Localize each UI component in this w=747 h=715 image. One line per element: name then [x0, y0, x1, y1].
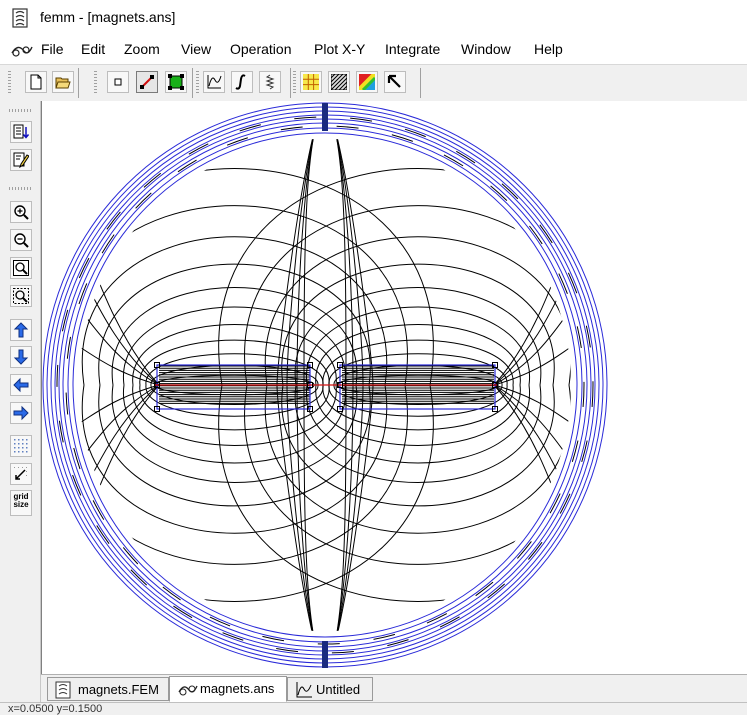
- flux-line: [132, 324, 337, 386]
- toolbar-grip[interactable]: [94, 71, 97, 93]
- snap-grid-icon[interactable]: [10, 463, 32, 485]
- boundary-tick-top: [322, 103, 328, 131]
- flux-line: [132, 384, 337, 446]
- grid-size-label: grid size: [13, 492, 29, 509]
- tab-untitled[interactable]: Untitled: [287, 677, 373, 701]
- tab-label: Untitled: [316, 682, 361, 697]
- flux-line: [324, 384, 347, 631]
- new-file-icon[interactable]: [25, 71, 47, 93]
- femm-ans-icon: [178, 685, 198, 696]
- pointer-icon[interactable]: [384, 71, 406, 93]
- flux-line: [276, 384, 326, 631]
- tab-label: magnets.ans: [200, 681, 275, 696]
- flux-line: [303, 384, 326, 631]
- menu-view[interactable]: View: [181, 41, 211, 57]
- flux-line: [79, 384, 434, 602]
- point-mode-icon[interactable]: [107, 71, 129, 93]
- left-toolbar: grid size: [0, 101, 41, 714]
- toolbar-grip[interactable]: [8, 71, 11, 93]
- flux-line: [79, 168, 434, 386]
- menu-file[interactable]: File: [41, 41, 64, 57]
- flux-line: [493, 245, 571, 386]
- flux-line: [493, 384, 571, 525]
- menu-integrate[interactable]: Integrate: [385, 41, 440, 57]
- menu-plot-xy[interactable]: Plot X-Y: [314, 41, 365, 57]
- show-grid-icon[interactable]: [10, 435, 32, 457]
- window-title: femm - [magnets.ans]: [40, 9, 176, 25]
- pan-up-icon[interactable]: [10, 319, 32, 341]
- flux-line: [324, 139, 364, 386]
- zoom-out-icon[interactable]: [10, 229, 32, 251]
- main-toolbar: [0, 64, 747, 102]
- toolbar-grip[interactable]: [9, 109, 31, 112]
- show-results-icon[interactable]: [10, 121, 32, 143]
- spring-icon[interactable]: [259, 71, 281, 93]
- status-text: x=0.0500 y=0.1500: [8, 703, 103, 715]
- flux-line: [324, 139, 347, 386]
- edit-notes-icon[interactable]: [10, 149, 32, 171]
- tab-label: magnets.FEM: [78, 682, 159, 697]
- flux-line: [493, 199, 571, 386]
- femm-app-icon: [12, 8, 28, 28]
- flux-line: [303, 139, 326, 386]
- menu-window[interactable]: Window: [461, 41, 511, 57]
- menu-bar: File Edit Zoom View Operation Plot X-Y I…: [0, 38, 747, 62]
- status-bar: x=0.0500 y=0.1500: [0, 702, 747, 715]
- plot-icon: [296, 682, 312, 698]
- menu-help[interactable]: Help: [534, 41, 563, 57]
- tab-magnets-fem[interactable]: magnets.FEM: [47, 677, 169, 701]
- plot-xy-icon[interactable]: [203, 71, 225, 93]
- integrate-icon[interactable]: [231, 71, 253, 93]
- block-mode-icon[interactable]: [165, 71, 187, 93]
- zoom-window-icon[interactable]: [10, 285, 32, 307]
- open-folder-icon[interactable]: [52, 71, 74, 93]
- pan-right-icon[interactable]: [10, 402, 32, 424]
- flux-line: [79, 384, 160, 525]
- grid-size-icon[interactable]: grid size: [10, 490, 32, 516]
- pan-down-icon[interactable]: [10, 346, 32, 368]
- zoom-natural-icon[interactable]: [10, 257, 32, 279]
- drawing-canvas[interactable]: [41, 101, 747, 674]
- title-bar: femm - [magnets.ans]: [0, 0, 747, 36]
- flux-line: [493, 384, 571, 571]
- toolbar-grip[interactable]: [196, 71, 199, 93]
- tab-magnets-ans[interactable]: magnets.ans: [169, 676, 287, 702]
- boundary-tick-bottom: [322, 641, 328, 668]
- flux-lines: [79, 139, 571, 631]
- menu-zoom[interactable]: Zoom: [124, 41, 160, 57]
- menu-edit[interactable]: Edit: [81, 41, 105, 57]
- flux-line: [218, 384, 571, 602]
- hatch-icon[interactable]: [328, 71, 350, 93]
- flux-line: [111, 384, 358, 483]
- flux-line: [324, 384, 364, 631]
- femm-ans-icon[interactable]: [10, 41, 34, 59]
- flux-line: [324, 384, 354, 631]
- flux-line: [324, 139, 374, 386]
- document-tab-bar: magnets.FEM magnets.ans Untitled: [41, 674, 747, 703]
- density-plot-icon[interactable]: [356, 71, 378, 93]
- fem-file-icon: [55, 681, 71, 699]
- pan-left-icon[interactable]: [10, 374, 32, 396]
- flux-line: [294, 384, 542, 483]
- zoom-in-icon[interactable]: [10, 201, 32, 223]
- flux-line: [218, 168, 571, 386]
- line-mode-icon[interactable]: [136, 71, 158, 93]
- toolbar-grip[interactable]: [9, 187, 31, 190]
- field-plot[interactable]: [42, 101, 747, 674]
- flux-line: [79, 245, 160, 386]
- menu-operation[interactable]: Operation: [230, 41, 291, 57]
- grid-display-icon[interactable]: [300, 71, 322, 93]
